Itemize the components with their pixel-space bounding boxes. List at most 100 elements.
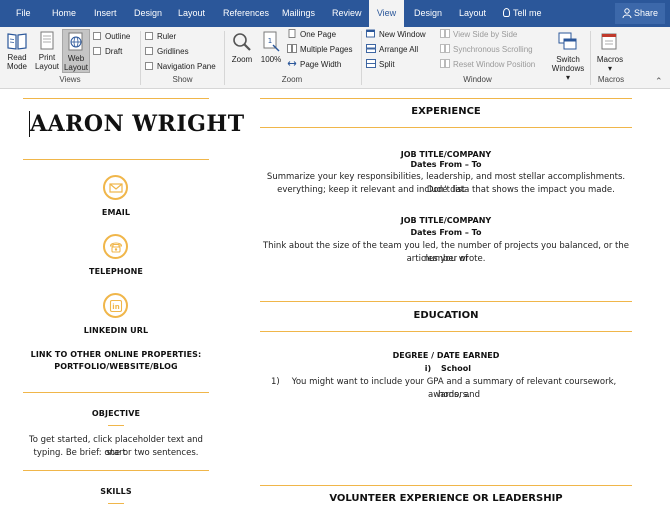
split-button[interactable]: Split: [366, 58, 395, 72]
tab-home[interactable]: Home: [52, 0, 76, 27]
view-side-by-side-button[interactable]: View Side by Side: [440, 28, 517, 42]
outline-button[interactable]: Outline: [93, 30, 130, 44]
ruler-checkbox[interactable]: Ruler: [145, 30, 176, 44]
reset-window-position-button[interactable]: Reset Window Position: [440, 58, 535, 72]
web-layout-label-2: Layout: [63, 63, 89, 72]
share-label: Share: [633, 8, 659, 18]
side-by-side-icon: [440, 29, 450, 38]
book-icon: [7, 33, 27, 50]
draft-label: Draft: [105, 47, 123, 56]
views-group-label: Views: [59, 75, 81, 84]
one-page-label: One Page: [300, 30, 337, 39]
new-window-button[interactable]: New Window: [366, 28, 426, 42]
group-separator: [361, 31, 362, 85]
group-separator: [140, 31, 141, 85]
document-canvas[interactable]: AARON WRIGHT EMAIL TELEPHONE in LINKEDIN…: [0, 89, 670, 510]
zoom-100-button[interactable]: 1 100%: [258, 29, 284, 73]
zoom-100-icon: 1: [263, 31, 280, 52]
collapse-ribbon-icon[interactable]: ⌃: [655, 76, 663, 87]
school-name[interactable]: School: [441, 364, 481, 373]
view-side-by-side-label: View Side by Side: [453, 30, 518, 39]
one-page-icon: [288, 29, 296, 38]
tell-me-search[interactable]: Tell me: [503, 0, 542, 27]
synchronous-scrolling-button[interactable]: Synchronous Scrolling: [440, 43, 533, 57]
navigation-pane-check: [145, 62, 153, 70]
education-top-rule: [260, 301, 632, 302]
tab-review[interactable]: Review: [332, 0, 362, 27]
navigation-pane-label: Navigation Pane: [157, 62, 216, 71]
job-2-title[interactable]: JOB TITLE/COMPANY: [260, 216, 632, 225]
education-heading[interactable]: EDUCATION: [260, 310, 632, 321]
tab-insert[interactable]: Insert: [94, 0, 117, 27]
tab-references[interactable]: References: [223, 0, 269, 27]
skills-heading[interactable]: SKILLS: [23, 487, 209, 496]
arrange-all-button[interactable]: Arrange All: [366, 43, 418, 57]
zoom-100-label: 100%: [260, 55, 282, 64]
zoom-button[interactable]: Zoom: [228, 29, 256, 73]
tab-table-layout[interactable]: Layout: [459, 0, 486, 27]
other-links-line-1[interactable]: LINK TO OTHER ONLINE PROPERTIES:: [23, 350, 209, 359]
linkedin-icon: in: [109, 299, 123, 313]
macros-group-label: Macros: [597, 75, 625, 84]
linkedin-label[interactable]: LINKEDIN URL: [23, 326, 209, 335]
degree-heading[interactable]: DEGREE / DATE EARNED: [260, 351, 632, 360]
objective-text-2[interactable]: typing. Be brief: one or two sentences.: [23, 447, 209, 460]
sync-scroll-icon: [440, 44, 450, 53]
job-2-dates[interactable]: Dates From – To: [260, 228, 632, 237]
read-mode-label-2: Mode: [6, 62, 27, 71]
tab-mailings[interactable]: Mailings: [282, 0, 315, 27]
job-1-dates[interactable]: Dates From – To: [260, 160, 632, 169]
magnifier-icon: [233, 33, 251, 51]
window-group-label: Window: [463, 75, 492, 84]
tab-file[interactable]: File: [16, 0, 31, 27]
ruler-label: Ruler: [157, 32, 177, 41]
svg-text:in: in: [112, 303, 119, 311]
other-links-line-2[interactable]: PORTFOLIO/WEBSITE/BLOG: [23, 362, 209, 371]
draft-button[interactable]: Draft: [93, 45, 122, 59]
print-layout-button[interactable]: Print Layout: [33, 29, 61, 73]
web-layout-button[interactable]: Web Layout: [62, 29, 90, 73]
one-page-button[interactable]: One Page: [287, 28, 336, 42]
page-width-label: Page Width: [300, 60, 342, 69]
multiple-pages-button[interactable]: Multiple Pages: [287, 43, 352, 57]
web-layout-label-1: Web: [67, 54, 85, 63]
macros-button[interactable]: Macros ▾: [594, 29, 626, 73]
name-top-rule: [23, 98, 209, 99]
tab-design[interactable]: Design: [134, 0, 162, 27]
switch-windows-button[interactable]: Switch Windows ▾: [551, 29, 585, 82]
navigation-pane-checkbox[interactable]: Navigation Pane: [145, 60, 216, 74]
lightbulb-icon: [503, 8, 510, 17]
volunteer-top-rule: [260, 485, 632, 486]
job-1-text-2[interactable]: everything; keep it relevant and include…: [260, 184, 632, 197]
gridlines-label: Gridlines: [157, 47, 189, 56]
education-text-2[interactable]: honors.: [284, 389, 624, 402]
page-width-button[interactable]: Page Width: [287, 58, 341, 72]
tab-table-design[interactable]: Design: [414, 0, 442, 27]
email-label[interactable]: EMAIL: [23, 208, 209, 217]
volunteer-heading[interactable]: VOLUNTEER EXPERIENCE OR LEADERSHIP: [260, 493, 632, 504]
macros-icon: [601, 33, 617, 50]
tab-view[interactable]: View: [369, 0, 404, 28]
ribbon-tab-bar: File Home Insert Design Layout Reference…: [0, 0, 670, 28]
print-layout-label-2: Layout: [34, 62, 60, 71]
new-window-icon: [366, 29, 375, 38]
phone-icon: [109, 242, 123, 253]
email-circle: [103, 175, 128, 200]
read-mode-button[interactable]: Read Mode: [3, 29, 31, 73]
switch-windows-label-2: Windows ▾: [551, 64, 585, 82]
group-separator: [224, 31, 225, 85]
resume-name[interactable]: AARON WRIGHT: [30, 111, 245, 137]
globe-page-icon: [68, 32, 83, 51]
page-icon: [40, 31, 54, 50]
telephone-label[interactable]: TELEPHONE: [23, 267, 209, 276]
read-mode-label-1: Read: [7, 53, 27, 62]
job-2-text-2[interactable]: articles you wrote.: [260, 253, 632, 266]
show-group-label: Show: [172, 75, 193, 84]
gridlines-checkbox[interactable]: Gridlines: [145, 45, 189, 59]
objective-heading[interactable]: OBJECTIVE: [23, 409, 209, 418]
experience-heading[interactable]: EXPERIENCE: [260, 106, 632, 117]
page-width-icon: [287, 61, 297, 66]
job-1-title[interactable]: JOB TITLE/COMPANY: [260, 150, 632, 159]
share-button[interactable]: Share: [615, 3, 665, 24]
tab-layout[interactable]: Layout: [178, 0, 205, 27]
